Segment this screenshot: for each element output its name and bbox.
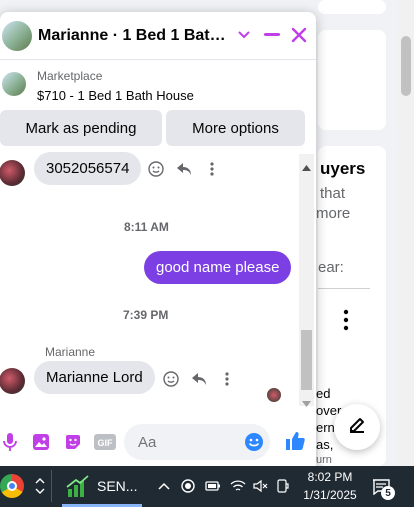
compose-icon (347, 415, 367, 440)
chat-window: Marianne · 1 Bed 1 Bath H... Marketplace… (0, 12, 316, 466)
record-icon[interactable] (180, 478, 196, 494)
emoji-icon[interactable] (244, 432, 264, 452)
battery-icon[interactable] (204, 478, 222, 494)
seen-indicator-avatar (267, 388, 281, 402)
chart-app-icon[interactable] (66, 475, 90, 497)
react-icon[interactable] (162, 370, 180, 388)
thumbs-up-icon[interactable] (284, 430, 306, 452)
gif-icon[interactable]: GIF (94, 432, 116, 452)
listing-info[interactable]: Marketplace $710 - 1 Bed 1 Bath House (0, 66, 316, 106)
volume-muted-icon[interactable] (252, 478, 270, 494)
message-bubble-outgoing[interactable]: good name please (144, 251, 292, 284)
more-icon[interactable] (218, 370, 236, 388)
microphone-icon[interactable] (0, 432, 20, 452)
clock-time: 8:02 PM (307, 470, 353, 484)
background-card-mid (318, 30, 386, 130)
chat-title[interactable]: Marianne · 1 Bed 1 Bath H... (38, 27, 226, 45)
sticker-icon[interactable] (63, 432, 83, 452)
listing-thumbnail (2, 72, 26, 96)
svg-text:GIF: GIF (98, 438, 114, 448)
chat-header[interactable]: Marianne · 1 Bed 1 Bath H... (0, 12, 316, 60)
background-more-icon[interactable] (340, 308, 352, 332)
background-text: that (320, 185, 346, 202)
minimize-icon[interactable] (262, 25, 282, 45)
chevron-down-icon[interactable] (234, 25, 254, 45)
background-heading: uyers (320, 159, 366, 178)
chat-scrollbar-thumb[interactable] (301, 330, 312, 390)
listing-title[interactable]: $710 - 1 Bed 1 Bath House (37, 88, 194, 103)
background-text: ed (316, 386, 331, 401)
page-scrollbar-thumb[interactable] (401, 36, 411, 96)
listing-source-label: Marketplace (37, 69, 103, 83)
show-hidden-icons-icon[interactable] (157, 478, 171, 494)
taskbar-app-label[interactable]: SEN... (97, 478, 137, 494)
taskbar-app-icon[interactable] (0, 474, 24, 498)
reply-icon[interactable] (190, 370, 208, 388)
taskbar-clock[interactable]: 8:02 PM 1/31/2025 (296, 468, 364, 504)
sender-name: Marianne (45, 345, 96, 359)
background-text: ern (316, 420, 335, 435)
taskbar-divider (51, 470, 52, 502)
wifi-icon[interactable] (229, 478, 247, 494)
notification-count-badge: 5 (381, 486, 395, 500)
new-message-button[interactable] (334, 404, 380, 450)
scroll-down-arrow-icon[interactable] (302, 394, 311, 412)
message-thread[interactable]: 3052056574 8:11 AM good name please 7:39… (0, 152, 316, 406)
sender-avatar[interactable] (0, 368, 25, 394)
mark-as-pending-button[interactable]: Mark as pending (0, 110, 162, 146)
device-icon[interactable] (276, 478, 290, 494)
message-composer: GIF (0, 418, 316, 466)
more-icon[interactable] (203, 160, 221, 178)
background-card-top (318, 0, 386, 14)
background-text: as, (316, 437, 334, 452)
clock-date: 1/31/2025 (303, 488, 357, 502)
message-timestamp: 7:39 PM (123, 308, 169, 322)
background-text: urn (316, 454, 332, 466)
reply-icon[interactable] (175, 160, 193, 178)
message-bubble-incoming[interactable]: Marianne Lord (34, 361, 155, 394)
scroll-up-arrow-icon[interactable] (302, 158, 311, 176)
more-options-button[interactable]: More options (166, 110, 305, 146)
message-bubble-incoming[interactable]: 3052056574 (34, 152, 142, 185)
taskbar: SEN... 8:02 PM 1/31/2025 5 (0, 466, 414, 507)
background-divider (318, 288, 370, 289)
close-icon[interactable] (289, 25, 309, 45)
sender-avatar[interactable] (0, 160, 25, 186)
taskbar-scroll-icon[interactable] (34, 470, 46, 502)
background-text: ear: (318, 259, 344, 276)
photo-icon[interactable] (31, 432, 51, 452)
react-icon[interactable] (147, 160, 165, 178)
contact-avatar[interactable] (2, 20, 32, 51)
message-timestamp: 8:11 AM (124, 220, 169, 234)
background-text: more (316, 205, 351, 222)
